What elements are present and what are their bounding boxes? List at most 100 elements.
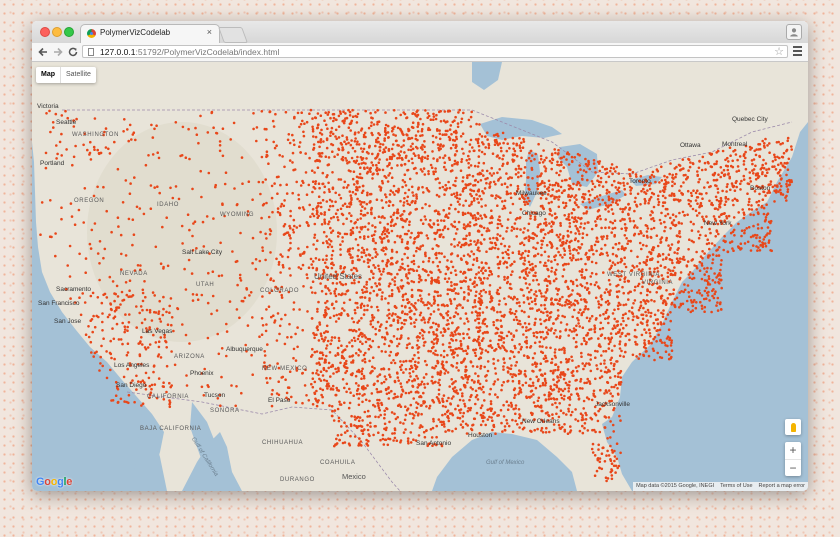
arrow-right-icon[interactable] <box>53 47 63 57</box>
user-profile-icon[interactable] <box>786 24 802 40</box>
data-point-marker <box>522 140 526 143</box>
data-point-marker <box>698 178 701 181</box>
data-point-marker <box>431 260 435 264</box>
browser-tab[interactable]: PolymerVizCodelab × <box>80 24 220 43</box>
data-point-marker <box>404 428 407 431</box>
data-point-marker <box>376 109 380 112</box>
data-point-marker <box>552 369 555 373</box>
data-point-marker <box>330 126 334 130</box>
data-point-marker <box>429 163 433 167</box>
data-point-marker <box>577 188 581 191</box>
data-point-marker <box>707 275 711 278</box>
data-point-marker <box>688 238 691 241</box>
data-point-marker <box>489 387 493 391</box>
data-point-marker <box>323 119 326 122</box>
data-point-marker <box>568 199 572 202</box>
data-point-marker <box>481 141 484 144</box>
data-point-marker <box>233 187 236 190</box>
data-point-marker <box>726 250 730 254</box>
data-point-marker <box>329 375 332 378</box>
url-text[interactable]: 127.0.0.1:51792/PolymerVizCodelab/index.… <box>100 47 279 57</box>
tab-close-icon[interactable]: × <box>207 27 212 37</box>
data-point-marker <box>476 241 479 244</box>
data-point-marker <box>679 271 683 274</box>
data-point-marker <box>381 143 385 146</box>
minimize-window-button[interactable] <box>52 27 62 37</box>
data-point-marker <box>461 147 464 151</box>
data-point-marker <box>703 305 707 309</box>
data-point-marker <box>442 349 446 353</box>
data-point-marker <box>485 306 489 309</box>
data-point-marker <box>358 235 362 239</box>
data-point-marker <box>389 350 393 354</box>
data-point-marker <box>473 179 477 182</box>
data-point-marker <box>376 172 380 176</box>
address-bar[interactable]: 127.0.0.1:51792/PolymerVizCodelab/index.… <box>82 45 788 58</box>
close-window-button[interactable] <box>40 27 50 37</box>
data-point-marker <box>736 165 740 168</box>
data-point-marker <box>550 228 554 232</box>
data-point-marker <box>488 237 492 240</box>
data-point-marker <box>207 271 210 275</box>
data-point-marker <box>588 249 591 252</box>
data-point-marker <box>540 295 544 298</box>
data-point-marker <box>312 214 316 218</box>
data-point-marker <box>345 186 349 189</box>
reload-icon[interactable] <box>68 47 78 57</box>
data-point-marker <box>174 185 178 188</box>
data-point-marker <box>393 280 397 283</box>
data-point-marker <box>547 255 550 258</box>
data-point-marker <box>382 267 386 271</box>
arrow-left-icon[interactable] <box>38 47 48 57</box>
bookmark-star-icon[interactable]: ☆ <box>774 45 784 58</box>
data-point-marker <box>418 294 422 297</box>
data-point-marker <box>700 226 704 229</box>
fullscreen-window-button[interactable] <box>64 27 74 37</box>
data-point-marker <box>539 292 543 295</box>
data-point-marker <box>445 312 448 315</box>
data-point-marker <box>360 255 364 259</box>
data-point-marker <box>402 144 405 147</box>
data-point-marker <box>108 152 112 155</box>
data-point-marker <box>361 400 364 404</box>
data-point-marker <box>126 128 129 131</box>
new-tab-button[interactable] <box>218 27 248 43</box>
data-point-marker <box>575 227 579 230</box>
data-point-marker <box>39 233 42 236</box>
data-point-marker <box>646 308 650 312</box>
hamburger-menu-icon[interactable] <box>793 46 802 58</box>
data-point-marker <box>522 171 526 174</box>
data-point-marker <box>359 440 363 443</box>
map-canvas[interactable]: Victoria Seattle WASHINGTON Portland ORE… <box>32 62 808 491</box>
data-point-marker <box>437 268 441 272</box>
data-point-marker <box>287 248 291 252</box>
data-point-marker <box>574 366 578 369</box>
data-point-marker <box>361 225 364 229</box>
data-point-marker <box>386 164 389 168</box>
data-point-marker <box>496 395 499 399</box>
data-point-marker <box>574 258 578 262</box>
data-point-marker <box>598 407 602 411</box>
data-point-marker <box>389 215 393 219</box>
data-point-marker <box>554 151 557 155</box>
data-point-marker <box>561 256 564 259</box>
data-point-marker <box>141 288 145 292</box>
data-point-marker <box>454 115 457 119</box>
data-point-marker <box>518 416 521 420</box>
data-point-marker <box>354 238 358 241</box>
data-point-marker <box>762 212 766 216</box>
data-point-marker <box>483 152 487 156</box>
data-point-marker <box>396 344 399 348</box>
data-point-marker <box>602 312 605 316</box>
data-point-marker <box>51 121 55 124</box>
data-point-marker <box>511 297 515 301</box>
data-point-marker <box>382 443 386 446</box>
data-point-marker <box>505 418 508 422</box>
data-point-marker <box>635 355 638 358</box>
data-point-marker <box>311 385 315 389</box>
data-point-marker <box>640 189 643 193</box>
data-point-marker <box>484 135 487 138</box>
data-point-marker <box>322 140 325 143</box>
data-point-marker <box>543 185 547 188</box>
data-point-marker <box>505 400 509 404</box>
